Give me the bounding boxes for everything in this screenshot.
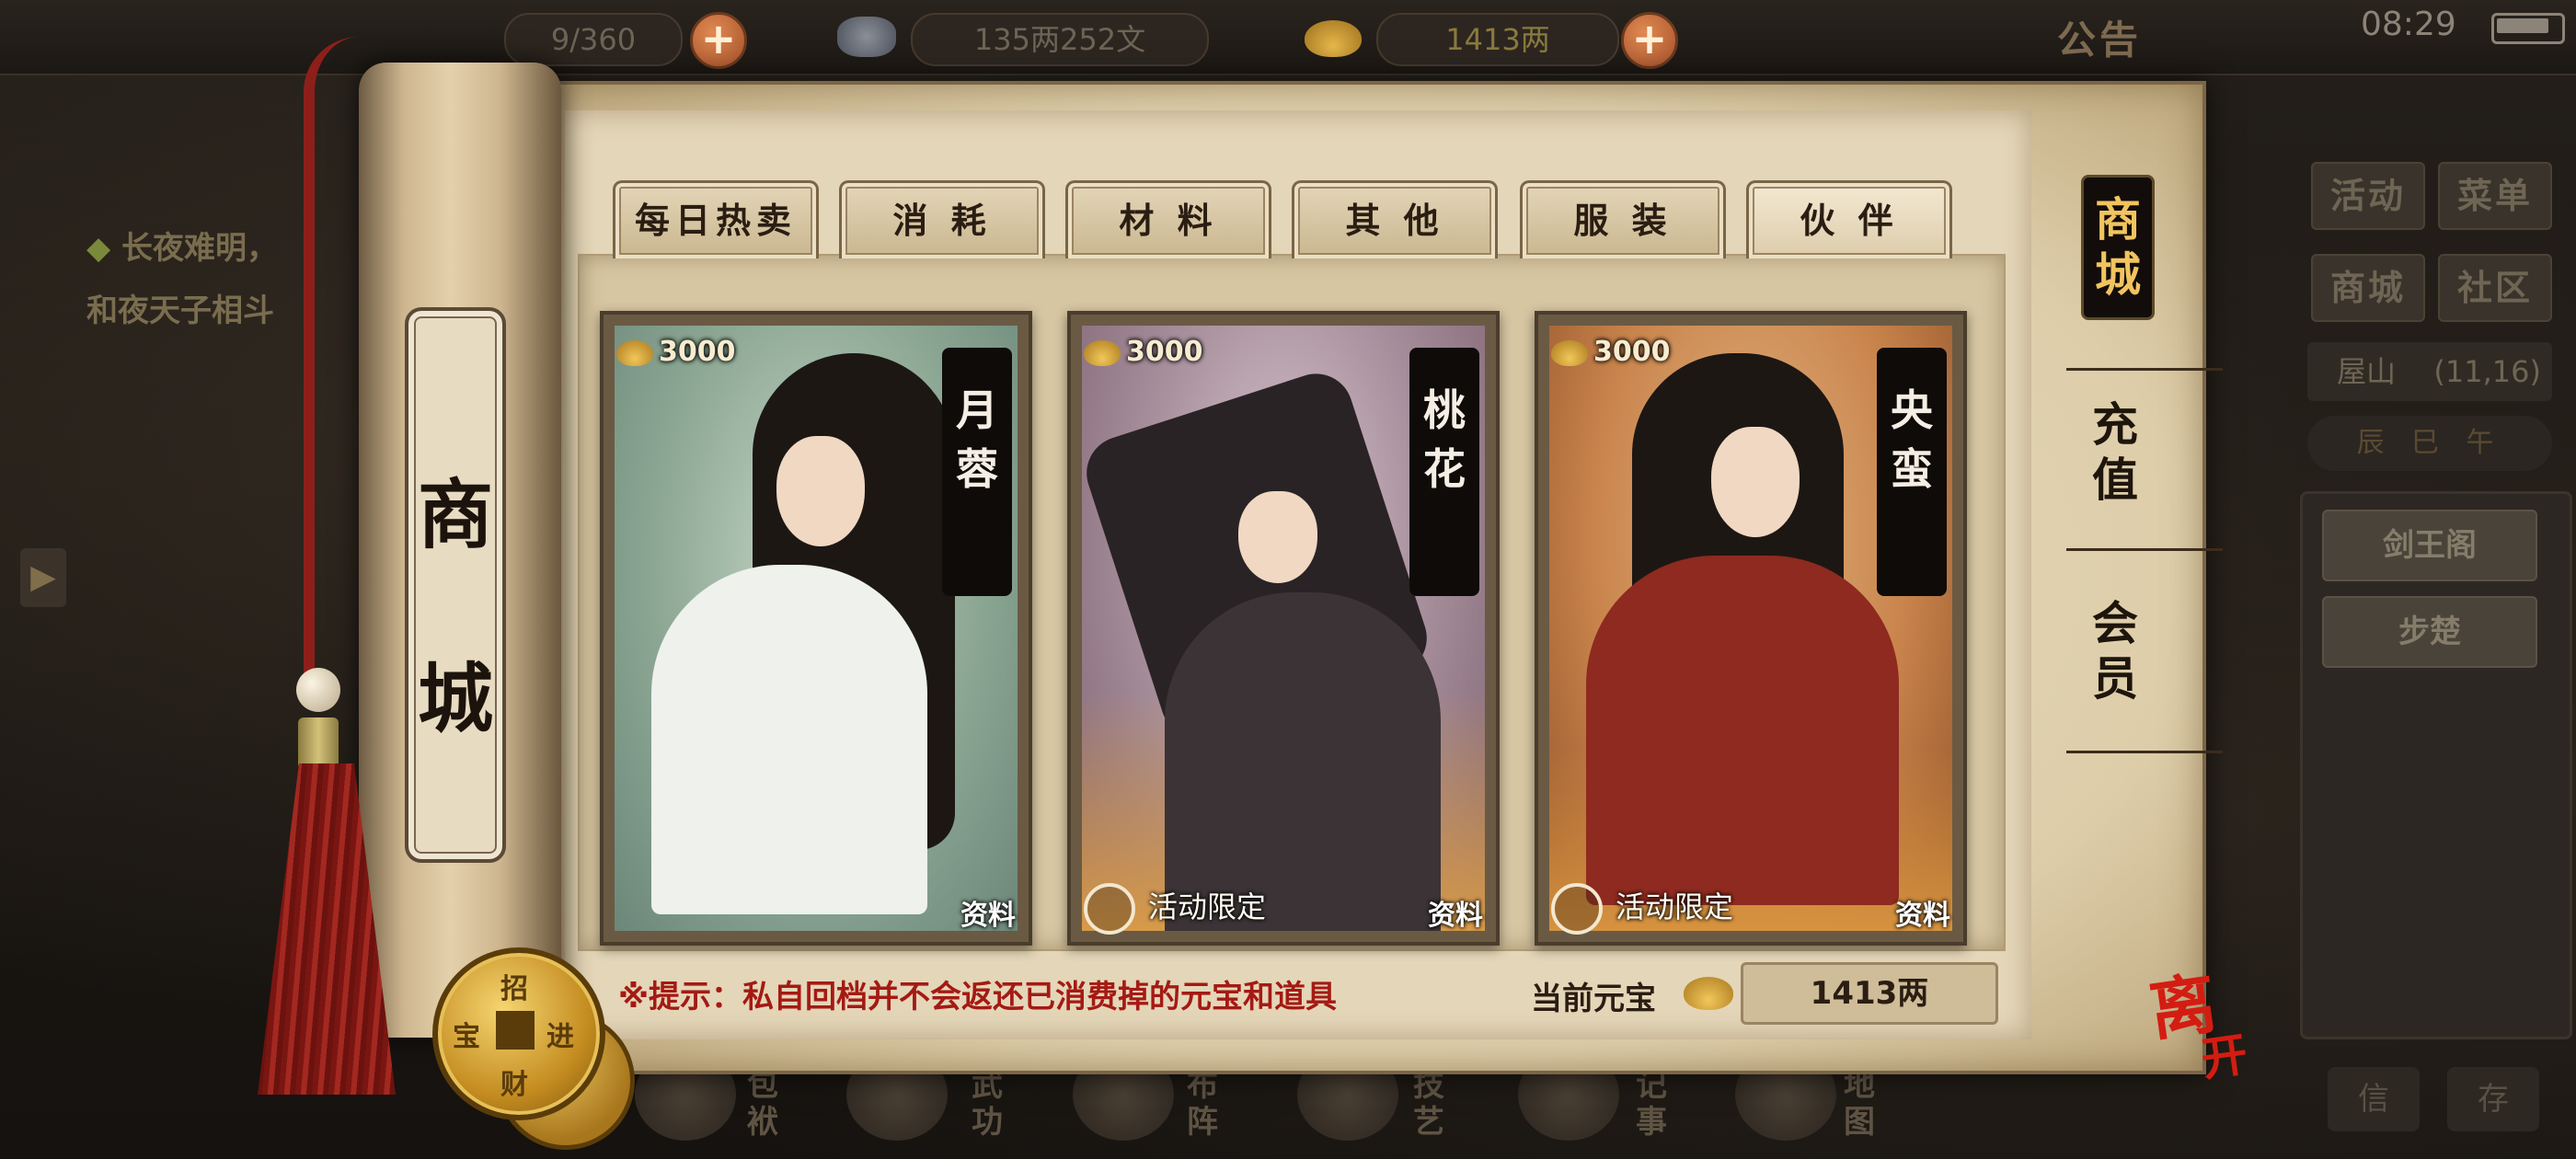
nav-divider xyxy=(2066,368,2223,371)
balance-value: 1413两 xyxy=(1741,962,1998,1025)
limited-event-badge: 活动限定 xyxy=(1551,879,1733,935)
card-price: 3000 xyxy=(616,331,736,373)
activity-button[interactable]: 活动 xyxy=(2311,162,2425,230)
tab-consumables[interactable]: 消 耗 xyxy=(839,180,1045,258)
recharge-plus-button[interactable]: + xyxy=(1621,12,1678,69)
tab-materials[interactable]: 材 料 xyxy=(1065,180,1271,258)
limited-label: 活动限定 xyxy=(1616,889,1734,924)
side-nav-mall[interactable]: 商城 xyxy=(2081,175,2155,320)
ingot-badge-icon xyxy=(1084,883,1135,935)
npc-item-jianwangge[interactable]: 剑王阁 xyxy=(2322,510,2537,581)
letter-button[interactable]: 信 xyxy=(2328,1067,2420,1131)
card-info-link[interactable]: 资料 xyxy=(960,892,1016,933)
bag-label: 包袱 xyxy=(747,1067,778,1141)
side-nav-mall-label: 商城 xyxy=(2095,192,2141,302)
character-name-tag: 央蛮 xyxy=(1877,348,1947,596)
card-price: 3000 xyxy=(1551,331,1671,373)
coin-char-bottom: 财 xyxy=(500,1069,528,1101)
leave-button[interactable]: 离 开 xyxy=(2145,963,2273,1089)
expand-left-panel-button[interactable]: ▶ xyxy=(20,548,66,607)
card-price-value: 3000 xyxy=(659,336,736,368)
quest-line-2: 和夜天子相斗 xyxy=(86,293,274,329)
gold-ingot-icon xyxy=(1551,339,1588,366)
gold-ingot-icon xyxy=(1305,20,1362,57)
save-warning-hint: ※提示：私自回档并不会返还已消费掉的元宝和道具 xyxy=(618,979,1338,1016)
card-price-value: 3000 xyxy=(1593,336,1671,368)
bag-capacity: 9/360 xyxy=(504,13,683,66)
companion-card-yuerong[interactable]: 3000 月蓉 资料 xyxy=(600,311,1032,946)
character-face xyxy=(1238,491,1317,583)
companion-card-taohua[interactable]: 3000 桃花 活动限定 资料 xyxy=(1067,311,1500,946)
leave-sub-char: 开 xyxy=(2197,1026,2251,1087)
card-info-link[interactable]: 资料 xyxy=(1428,892,1483,933)
tab-companions[interactable]: 伙 伴 xyxy=(1746,180,1952,258)
scroll-title-char-2: 城 xyxy=(417,655,493,743)
coin-balance: 135两252文 xyxy=(911,13,1209,66)
clock-time: 08:29 xyxy=(2361,6,2456,43)
notice-button[interactable]: 公告 xyxy=(2057,9,2142,65)
quest-tracker[interactable]: ◆ 长夜难明， 和夜天子相斗 xyxy=(86,217,278,342)
coin-char-top: 招 xyxy=(500,973,528,1005)
ingot-badge-icon xyxy=(1551,883,1603,935)
limited-label: 活动限定 xyxy=(1148,889,1267,924)
map-label: 地图 xyxy=(1844,1067,1875,1141)
gold-ingot-icon xyxy=(1084,339,1121,366)
formation-label: 布阵 xyxy=(1187,1067,1218,1141)
coin-hole xyxy=(496,1011,535,1050)
save-button[interactable]: 存 xyxy=(2447,1067,2539,1131)
add-capacity-button[interactable]: + xyxy=(690,12,747,69)
card-price: 3000 xyxy=(1084,331,1203,373)
skill-label: 技艺 xyxy=(1413,1067,1444,1141)
character-robe xyxy=(1586,556,1899,905)
nav-divider xyxy=(2066,548,2223,551)
card-price-value: 3000 xyxy=(1126,336,1203,368)
character-face xyxy=(1711,427,1800,537)
mall-button[interactable]: 商城 xyxy=(2311,254,2425,322)
menu-button[interactable]: 菜单 xyxy=(2438,162,2552,230)
side-nav-recharge[interactable]: 充值 xyxy=(2081,397,2149,508)
nav-divider xyxy=(2066,751,2223,753)
tassel-bead xyxy=(296,668,340,712)
npc-item-buchu[interactable]: 步楚 xyxy=(2322,596,2537,668)
side-nav-membership[interactable]: 会员 xyxy=(2081,596,2149,706)
location-name: 屋山 xyxy=(2337,354,2397,389)
location-coords: (11,16) xyxy=(2433,354,2541,389)
coin-char-right: 进 xyxy=(546,1021,574,1053)
location-bar: 屋山 (11,16) xyxy=(2307,342,2552,401)
character-name-tag: 月蓉 xyxy=(942,348,1012,596)
fortune-coin-button[interactable]: 招 财 进 宝 xyxy=(432,947,605,1120)
martial-label: 武功 xyxy=(972,1067,1003,1141)
quest-line-1: 长夜难明， xyxy=(121,230,278,267)
character-face xyxy=(776,436,865,546)
scroll-title: 商 城 xyxy=(405,423,506,791)
gold-ingot-icon xyxy=(616,339,653,366)
character-robe xyxy=(651,565,927,914)
scroll-title-char-1: 商 xyxy=(417,471,493,559)
coin-char-left: 宝 xyxy=(453,1021,480,1053)
diamond-bullet-icon: ◆ xyxy=(86,230,121,267)
card-info-link[interactable]: 资料 xyxy=(1895,892,1950,933)
tab-others[interactable]: 其 他 xyxy=(1292,180,1498,258)
battery-icon xyxy=(2491,13,2565,44)
tab-daily-hot[interactable]: 每日热卖 xyxy=(613,180,819,258)
time-of-day-bar: 辰 巳 午 xyxy=(2307,416,2552,471)
character-name-tag: 桃花 xyxy=(1409,348,1479,596)
limited-event-badge: 活动限定 xyxy=(1084,879,1266,935)
community-button[interactable]: 社区 xyxy=(2438,254,2552,322)
diary-label: 记事 xyxy=(1636,1067,1667,1141)
tab-costumes[interactable]: 服 装 xyxy=(1520,180,1726,258)
copper-coin-icon xyxy=(837,17,896,57)
gold-ingot-icon xyxy=(1684,977,1733,1010)
balance-label: 当前元宝 xyxy=(1531,981,1656,1017)
tassel-cap xyxy=(298,717,339,769)
companion-card-yangman[interactable]: 3000 央蛮 活动限定 资料 xyxy=(1535,311,1967,946)
ingot-balance: 1413两 xyxy=(1376,13,1619,66)
